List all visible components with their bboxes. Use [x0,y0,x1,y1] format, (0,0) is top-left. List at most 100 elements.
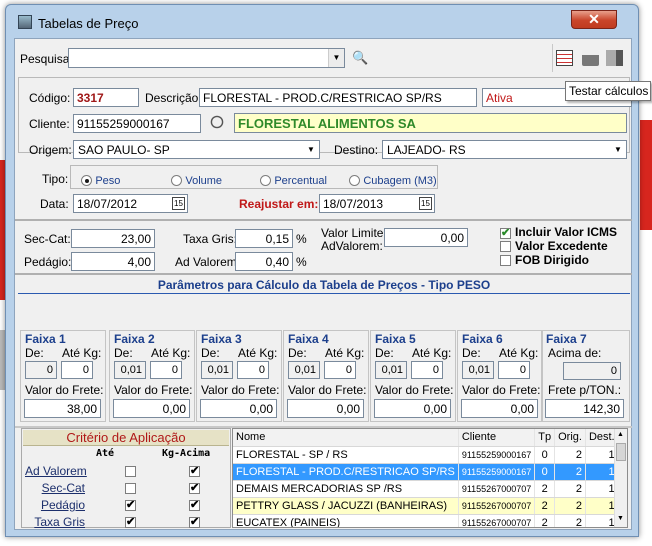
scroll-down-icon[interactable]: ▼ [617,515,624,522]
frete-label: Valor do Frete: [201,383,280,397]
taxa-gris-input[interactable] [235,229,293,248]
destino-select[interactable]: LAJEADO- RS ▼ [382,140,627,159]
criterio-label[interactable]: Pedágio [25,498,85,512]
codigo-input[interactable] [73,88,139,107]
pedagio-input[interactable] [71,252,155,271]
frete-input[interactable] [287,399,364,418]
de-input[interactable] [25,361,57,379]
cell-tp: 2 [534,497,556,515]
incluir-icms-label: Incluir Valor ICMS [515,225,618,239]
search-combo[interactable]: ▼ [68,48,345,68]
table-row[interactable]: EUCATEX (PAINEIS) 91155267000707 2 2 1 [233,514,619,527]
criterio-ate-checkbox[interactable] [125,483,136,494]
criterio-kg-checkbox[interactable]: ✔ [189,466,200,477]
criterio-label[interactable]: Ad Valorem [25,464,87,478]
ad-valorem-input[interactable] [235,252,293,271]
criterio-label[interactable]: Sec-Cat [25,481,85,495]
table-row[interactable]: PETTRY GLASS / JACUZZI (BANHEIRAS) 911552… [233,497,619,515]
criterio-kg-checkbox[interactable]: ✔ [189,483,200,494]
cell-nome: PETTRY GLASS / JACUZZI (BANHEIRAS) [233,497,459,515]
criterio-ate-checkbox[interactable]: ✔ [125,500,136,511]
vertical-scrollbar[interactable]: ▲ ▼ [614,429,627,527]
faixa-7: Faixa 7 Acima de: Frete p/TON.: [541,330,630,422]
radio-peso[interactable] [81,175,92,187]
tooltip: Testar cálculos [565,81,651,101]
sec-cat-input[interactable] [71,229,155,248]
valor-excedente-checkbox[interactable] [500,241,511,252]
search-binoculars-icon[interactable]: 🔍 [352,50,370,66]
faixa-1: Faixa 1De: Até Kg: Valor do Frete: [20,330,106,422]
chevron-down-icon[interactable]: ▼ [611,141,625,158]
ate-input[interactable] [498,361,530,379]
radio-percentual[interactable] [260,175,271,187]
radio-volume[interactable] [171,175,182,187]
de-input[interactable] [288,361,320,379]
ate-input[interactable] [61,361,93,379]
radio-cubagem[interactable] [349,175,360,187]
criterio-ate-checkbox[interactable] [125,466,136,477]
ate-input[interactable] [324,361,356,379]
valor-limite-input[interactable] [384,228,468,247]
search-client-icon[interactable] [210,115,224,129]
tipo-volume[interactable]: Volume [171,173,222,187]
cell-tp: 0 [534,463,556,481]
tipo-peso-label: Peso [95,175,121,187]
table-row[interactable]: DEMAIS MERCADORIAS SP /RS 91155267000707 2… [233,480,619,498]
chevron-down-icon[interactable]: ▼ [328,49,344,67]
faixa-title: Faixa 4 [288,332,329,346]
calendar-icon[interactable]: 15 [419,197,432,210]
tipo-cubagem[interactable]: Cubagem (M3) [349,173,437,187]
frete-input[interactable] [374,399,451,418]
faixa-5: Faixa 5De: Até Kg: Valor do Frete: [370,330,456,422]
ate-input[interactable] [237,361,269,379]
de-input[interactable] [201,361,233,379]
frete-label: Valor do Frete: [375,383,454,397]
descricao-input[interactable] [199,88,477,107]
params-title-bar: Parâmetros para Cálculo da Tabela de Pre… [18,278,630,294]
col-orig[interactable]: Orig. [554,429,586,447]
chevron-down-icon[interactable]: ▼ [304,141,318,158]
incluir-icms-checkbox[interactable]: ✔ [500,228,511,239]
fob-checkbox[interactable] [500,255,511,266]
criterio-label[interactable]: Taxa Gris [25,515,85,529]
exit-icon[interactable] [606,50,623,66]
de-label: De: [375,346,394,360]
frete-input[interactable] [461,399,538,418]
print-icon[interactable] [582,50,599,66]
taxa-gris-pct: % [296,232,307,246]
scroll-thumb[interactable] [616,443,626,461]
table-row[interactable]: FLORESTAL - SP / RS 91155259000167 0 2 1 [233,446,619,464]
de-input[interactable] [114,361,146,379]
acima-input[interactable] [563,362,621,380]
frete-input[interactable] [200,399,277,418]
tipo-peso[interactable]: Peso [81,173,120,187]
reajustar-field[interactable]: 18/07/2013 15 [319,194,435,213]
criterio-kg-checkbox[interactable]: ✔ [189,500,200,511]
de-input[interactable] [375,361,407,379]
origem-select[interactable]: SAO PAULO- SP ▼ [73,140,320,159]
tipo-percentual[interactable]: Percentual [260,173,327,187]
col-nome[interactable]: Nome [233,429,459,447]
criterio-kg-checkbox[interactable]: ✔ [189,517,200,528]
cell-cliente: 91155267000707 [458,514,536,527]
calendar-icon[interactable]: 15 [172,197,185,210]
test-calculations-icon[interactable] [556,50,573,66]
params-title: Parâmetros para Cálculo da Tabela de Pre… [157,278,491,292]
cliente-input[interactable] [73,114,201,133]
frete-input[interactable] [24,399,101,418]
ate-input[interactable] [150,361,182,379]
col-tp[interactable]: Tp [534,429,556,447]
criterio-ate-checkbox[interactable]: ✔ [125,517,136,528]
close-button[interactable]: ✕ [571,10,617,29]
tipo-cubagem-label: Cubagem (M3) [363,175,437,187]
data-field[interactable]: 18/07/2012 15 [73,194,188,213]
frete-input[interactable] [113,399,190,418]
de-label: De: [25,346,44,360]
scroll-up-icon[interactable]: ▲ [617,431,624,438]
criterio-title: Critério de Aplicação [23,430,229,446]
ate-input[interactable] [411,361,443,379]
frete-ton-input[interactable] [545,399,624,418]
col-cliente[interactable]: Cliente [458,429,536,447]
table-row[interactable]: FLORESTAL - PROD.C/RESTRICAO SP/RS 911552… [233,463,619,481]
de-input[interactable] [462,361,494,379]
